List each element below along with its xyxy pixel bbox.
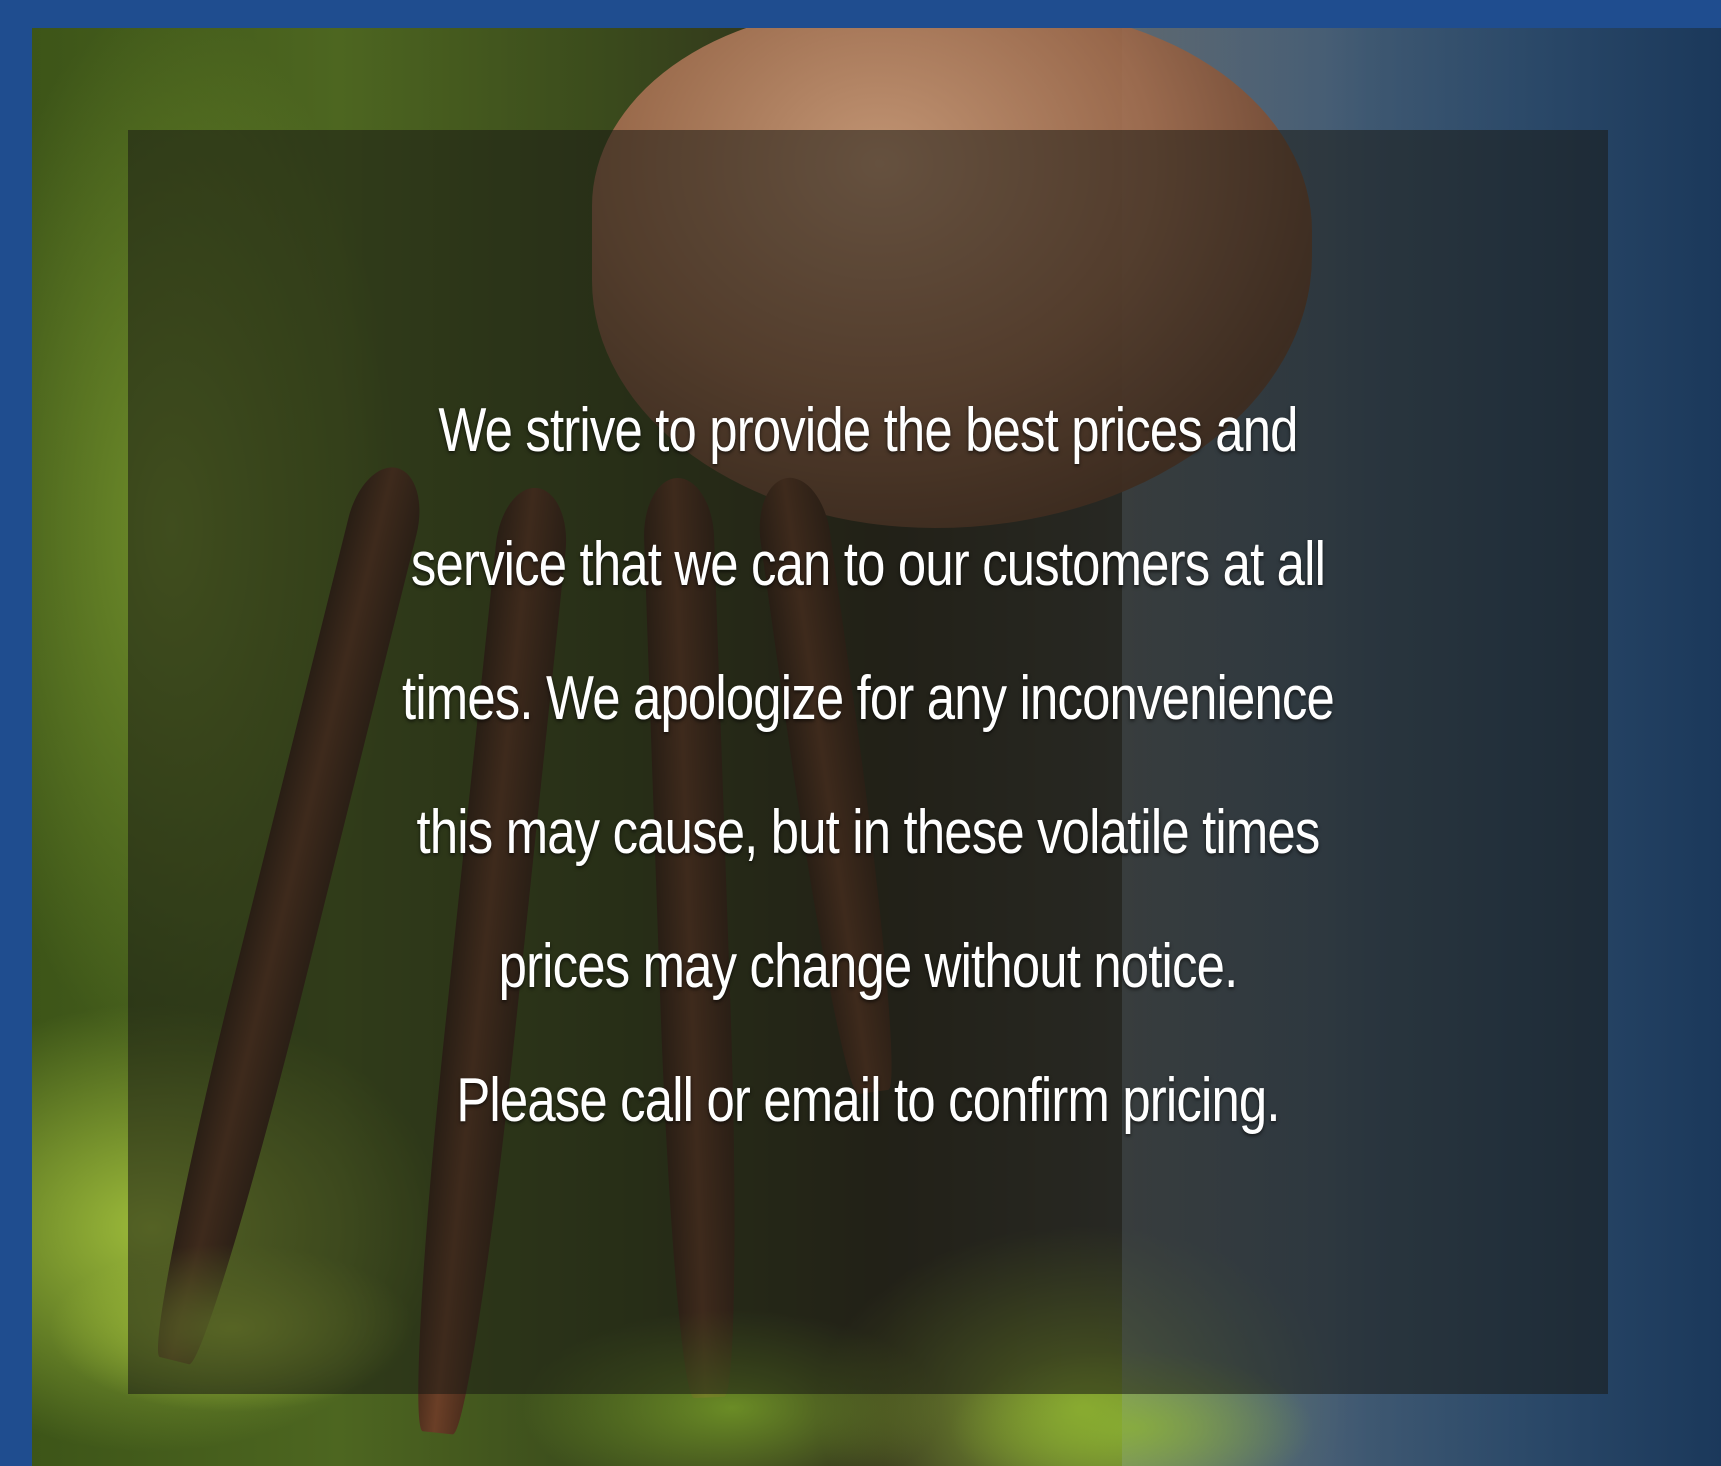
notice-line: times. We apologize for any inconvenienc… bbox=[402, 664, 1335, 733]
pricing-notice: We strive to provide the best prices and… bbox=[128, 364, 1608, 1168]
notice-line: service that we can to our customers at … bbox=[410, 530, 1326, 599]
notice-line: prices may change without notice. bbox=[498, 932, 1239, 1001]
notice-line: this may cause, but in these volatile ti… bbox=[416, 798, 1321, 867]
notice-line: Please call or email to confirm pricing. bbox=[456, 1066, 1280, 1135]
page-frame: We strive to provide the best prices and… bbox=[0, 0, 1721, 1466]
notice-line: We strive to provide the best prices and bbox=[438, 396, 1298, 465]
